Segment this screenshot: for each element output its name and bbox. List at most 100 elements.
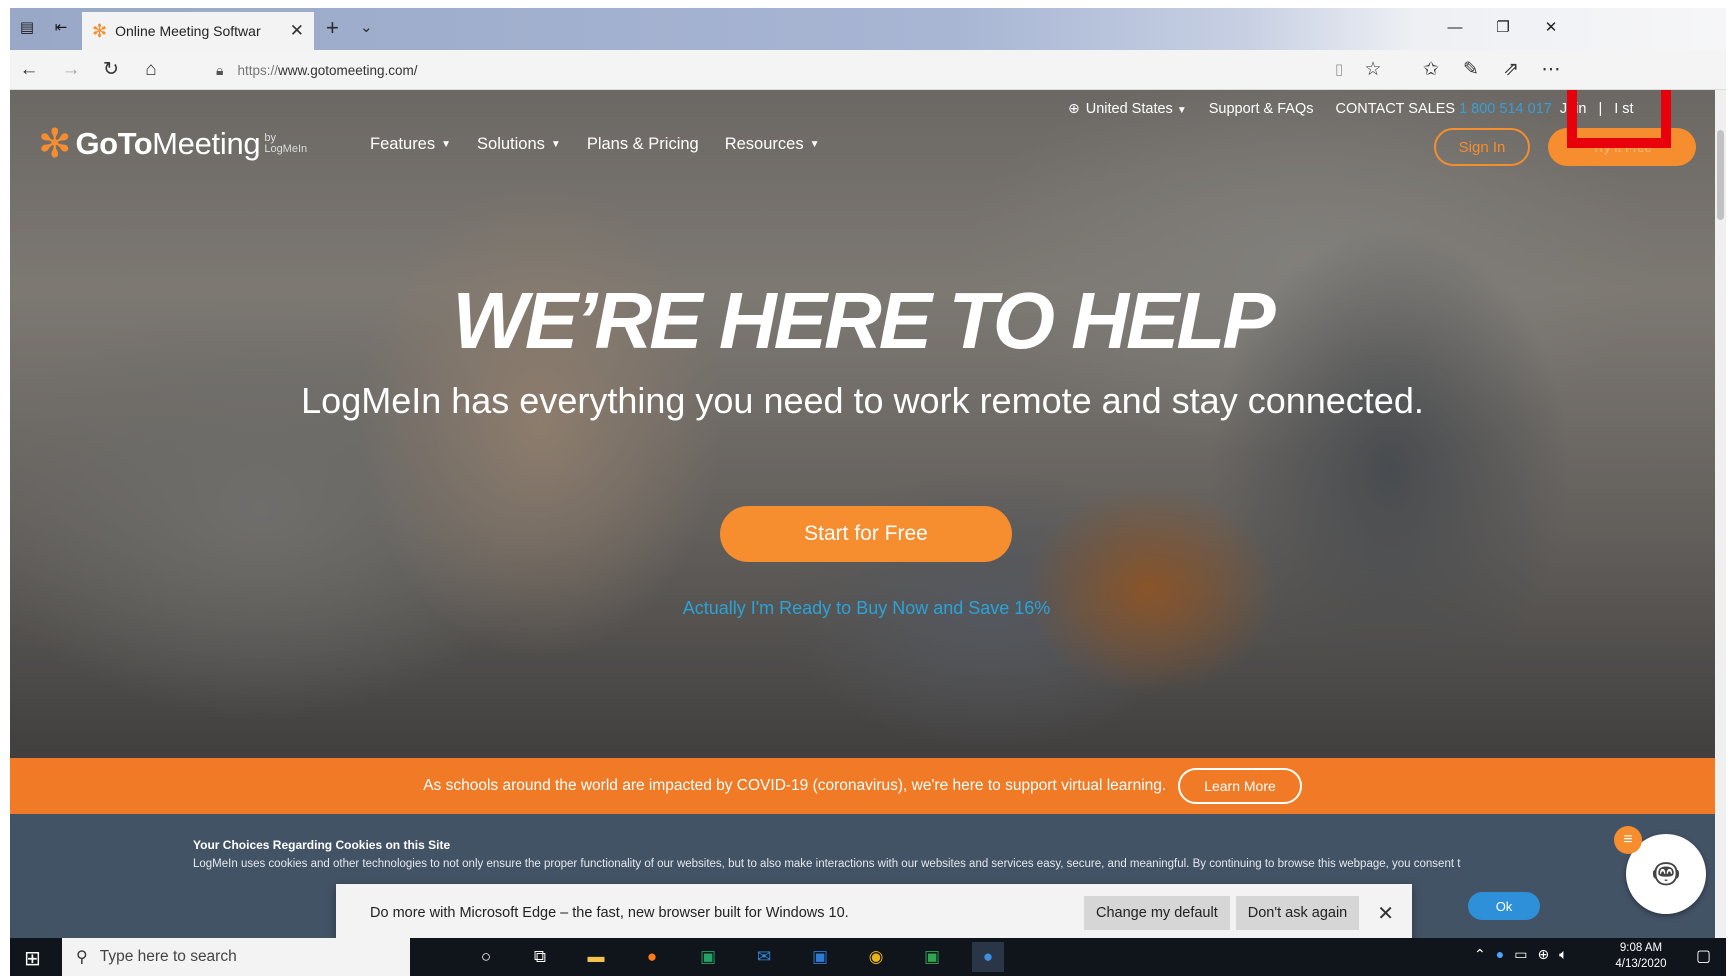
cookie-ok-button[interactable]: Ok: [1468, 892, 1540, 920]
chevron-down-icon: ▼: [441, 139, 452, 150]
dont-ask-again-button[interactable]: Don't ask again: [1235, 896, 1360, 930]
cookie-body: LogMeIn uses cookies and other technolog…: [193, 858, 1461, 870]
word-icon[interactable]: ▣: [804, 942, 836, 972]
action-center-icon[interactable]: ▢: [1696, 946, 1711, 966]
covid-message: As schools around the world are impacted…: [423, 777, 1167, 794]
excel-icon[interactable]: ▣: [692, 942, 724, 972]
minimize-icon[interactable]: —: [1440, 16, 1470, 40]
tab-actions-icon[interactable]: ▤: [16, 18, 38, 38]
favorite-star-icon[interactable]: ☆: [1360, 58, 1386, 82]
url-field[interactable]: 🔒︎ https://www.gotomeeting.com/: [208, 56, 1488, 84]
country-selector[interactable]: ⊕ United States ▼: [1068, 100, 1187, 117]
edge-promo-banner: Do more with Microsoft Edge – the fast, …: [336, 884, 1412, 938]
task-view-icon[interactable]: ⧉: [524, 942, 556, 972]
new-tab-icon[interactable]: +: [326, 15, 339, 41]
reading-view-icon[interactable]: ▯: [1326, 58, 1352, 82]
clock-date: 4/13/2020: [1615, 958, 1667, 970]
change-default-button[interactable]: Change my default: [1084, 896, 1230, 930]
gotomeeting-favicon-icon: ✻: [92, 20, 108, 41]
tab-list-chevron-icon[interactable]: ⌄: [360, 18, 373, 36]
buy-now-link-text[interactable]: Actually I'm Ready to Buy Now and Save 1…: [683, 598, 1051, 618]
refresh-icon[interactable]: ↻: [98, 58, 124, 82]
chevron-down-icon: ▼: [1176, 105, 1187, 116]
system-tray: ⌃ ● ▭ ⊕ 🔈︎: [1474, 946, 1568, 963]
contact-sales-label: CONTACT SALES: [1335, 100, 1456, 117]
bluetooth-icon[interactable]: ●: [1496, 946, 1504, 963]
web-page: ✻ GoTo Meeting by LogMeIn Features ▼ Solu…: [10, 90, 1715, 938]
share-icon[interactable]: ⇗: [1498, 58, 1524, 82]
utility-nav: ⊕ United States ▼ Support & FAQs CONTACT …: [1068, 100, 1634, 117]
chrome-icon[interactable]: ◉: [860, 942, 892, 972]
mail-icon[interactable]: ✉: [748, 942, 780, 972]
logo-meeting-text: Meeting: [152, 126, 261, 161]
country-label: United States: [1085, 101, 1173, 117]
page-scrollbar[interactable]: [1715, 90, 1726, 938]
close-tab-icon[interactable]: ✕: [290, 21, 304, 41]
contact-sales-phone[interactable]: 1 800 514: [1459, 101, 1524, 117]
hero-subhead: LogMeIn has everything you need to work …: [301, 380, 1424, 421]
nav-plans-pricing[interactable]: Plans & Pricing: [587, 135, 699, 154]
close-banner-icon[interactable]: ✕: [1377, 901, 1394, 926]
contact-sales: CONTACT SALES 1 800 514 017: [1336, 101, 1552, 117]
pen-notes-icon[interactable]: ✎: [1458, 58, 1484, 82]
firefox-icon[interactable]: ●: [636, 942, 668, 972]
chat-message-icon[interactable]: ≡: [1614, 826, 1642, 854]
covid-banner: As schools around the world are impacted…: [10, 758, 1715, 814]
back-icon[interactable]: ←: [16, 58, 42, 82]
browser-tab-strip: ▤ ⇤ ✻ Online Meeting Softwar ✕ + ⌄ — ❐ ✕: [10, 8, 1726, 50]
hero-headline: WE’RE HERE TO HELP: [452, 276, 1275, 365]
cookie-title: Your Choices Regarding Cookies on this S…: [193, 838, 451, 852]
url-host: www.gotomeeting.com/: [277, 62, 418, 78]
buy-now-link: Actually I'm Ready to Buy Now and Save 1…: [10, 598, 1715, 619]
nav-solutions[interactable]: Solutions ▼: [477, 135, 561, 154]
taskbar-clock[interactable]: 9:08 AM 4/13/2020: [1608, 940, 1674, 972]
learn-more-button[interactable]: Learn More: [1178, 768, 1302, 804]
sign-in-button[interactable]: Sign In: [1434, 128, 1530, 166]
browser-address-bar: ← → ↻ ⌂ 🔒︎ https://www.gotomeeting.com/ …: [10, 50, 1726, 90]
cortana-icon[interactable]: ○: [470, 942, 502, 972]
contact-sales-phone-tail[interactable]: 017: [1528, 101, 1552, 117]
taskbar-search-box[interactable]: ⚲ Type here to search: [62, 938, 410, 976]
support-faqs-link[interactable]: Support & FAQs: [1209, 101, 1314, 117]
screen: ▤ ⇤ ✻ Online Meeting Softwar ✕ + ⌄ — ❐ ✕…: [10, 8, 1726, 976]
home-icon[interactable]: ⌂: [138, 58, 164, 82]
url-protocol: https://: [237, 62, 278, 78]
tab-title: Online Meeting Softwar: [115, 23, 261, 39]
chevron-down-icon: ▼: [809, 139, 820, 150]
browser-tab[interactable]: ✻ Online Meeting Softwar ✕: [82, 12, 314, 50]
hero-photo-overlay: [10, 90, 1715, 758]
nav-label: Resources: [724, 135, 804, 153]
red-highlight-annotation: [1567, 90, 1671, 148]
chevron-up-icon[interactable]: ⌃: [1474, 946, 1486, 963]
scroll-thumb[interactable]: [1717, 130, 1724, 220]
edge-promo-message: Do more with Microsoft Edge – the fast, …: [370, 905, 849, 921]
clock-time: 9:08 AM: [1619, 942, 1663, 954]
edge-icon[interactable]: ●: [972, 942, 1004, 972]
lock-icon: 🔒︎: [216, 61, 224, 78]
volume-icon[interactable]: 🔈︎: [1559, 946, 1567, 963]
chevron-down-icon: ▼: [550, 139, 561, 150]
nav-label: Features: [370, 135, 436, 153]
logo-by-logmein: by LogMeIn: [264, 132, 308, 155]
gotomeeting-flower-icon: ✻: [38, 122, 72, 166]
file-explorer-icon[interactable]: ▬: [580, 942, 612, 972]
windows-taskbar: ⊞ ⚲ Type here to search ○ ⧉ ▬ ● ▣ ✉ ▣ ◉ …: [10, 938, 1726, 976]
set-tabs-aside-icon[interactable]: ⇤: [50, 18, 72, 38]
network-icon[interactable]: ⊕: [1537, 946, 1549, 963]
project-icon[interactable]: ▣: [916, 942, 948, 972]
favorites-icon[interactable]: ✩: [1418, 58, 1444, 82]
gotomeeting-logo[interactable]: ✻ GoTo Meeting by LogMeIn: [38, 124, 318, 164]
taskbar-search-placeholder: Type here to search: [99, 948, 237, 965]
close-window-icon[interactable]: ✕: [1536, 16, 1566, 40]
start-for-free-button[interactable]: Start for Free: [720, 506, 1012, 562]
restore-icon[interactable]: ❐: [1488, 16, 1518, 40]
globe-icon: ⊕: [1068, 100, 1080, 116]
windows-start-icon[interactable]: ⊞: [24, 946, 41, 971]
logo-goto-text: GoTo: [75, 126, 153, 161]
battery-icon[interactable]: ▭: [1514, 946, 1527, 963]
nav-label: Solutions: [477, 135, 545, 153]
forward-icon[interactable]: →: [58, 58, 84, 82]
nav-resources[interactable]: Resources ▼: [725, 135, 820, 154]
nav-features[interactable]: Features ▼: [370, 135, 451, 154]
more-icon[interactable]: ⋯: [1538, 58, 1564, 82]
